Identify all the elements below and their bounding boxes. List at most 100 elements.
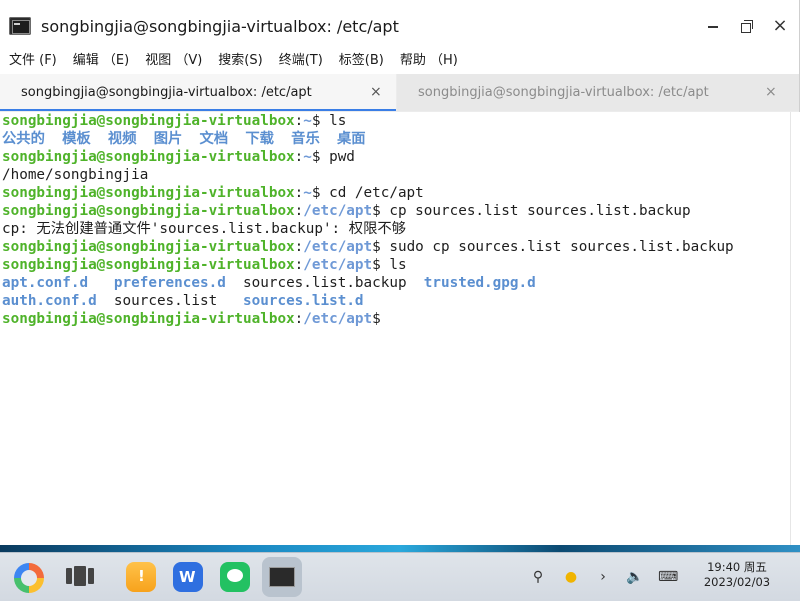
- terminal-line: songbingjia@songbingjia-virtualbox:/etc/…: [0, 310, 790, 328]
- directory-entry: sources.list.d: [243, 293, 364, 309]
- directory-entry: 文档: [199, 131, 229, 147]
- tab-label: songbingjia@songbingjia-virtualbox: /etc…: [21, 85, 312, 100]
- output-text: cp: 无法创建普通文件'sources.list.backup': 权限不够: [2, 221, 406, 237]
- command-text: $ cp sources.list sources.list.backup: [372, 203, 691, 219]
- prompt-separator: :: [294, 113, 304, 129]
- tab-terminal-1[interactable]: songbingjia@songbingjia-virtualbox: /etc…: [0, 74, 396, 111]
- command-text: $ ls: [311, 113, 347, 129]
- start-menu-icon[interactable]: [14, 563, 44, 593]
- taskbar: ⚲ ● › 🔈 ⌨ 19:40 周五 2023/02/03: [0, 552, 800, 601]
- terminal-icon[interactable]: [262, 557, 302, 597]
- clock-time: 19:40 周五: [707, 560, 767, 574]
- wps-office-icon[interactable]: [173, 562, 203, 592]
- prompt-separator: :: [294, 311, 304, 327]
- menu-bar: 文件 (F) 编辑 （E) 视图 （V) 搜索(S) 终端(T) 标签(B) 帮…: [0, 52, 799, 72]
- prompt-user-host: songbingjia@songbingjia-virtualbox: [2, 311, 295, 327]
- search-icon[interactable]: ⚲: [530, 569, 546, 585]
- prompt-separator: :: [294, 203, 304, 219]
- terminal-line: songbingjia@songbingjia-virtualbox:/etc/…: [0, 238, 790, 256]
- tab-label: songbingjia@songbingjia-virtualbox: /etc…: [418, 85, 709, 100]
- prompt-user-host: songbingjia@songbingjia-virtualbox: [2, 239, 295, 255]
- prompt-separator: :: [294, 257, 304, 273]
- menu-terminal[interactable]: 终端(T): [271, 52, 331, 72]
- prompt-user-host: songbingjia@songbingjia-virtualbox: [2, 185, 295, 201]
- menu-edit[interactable]: 编辑 （E): [65, 52, 137, 72]
- prompt-path: /etc/apt: [303, 257, 373, 273]
- keyboard-icon[interactable]: ⌨: [658, 569, 678, 585]
- prompt-separator: :: [294, 239, 304, 255]
- terminal-line: apt.conf.d preferences.d sources.list.ba…: [0, 274, 790, 292]
- tab-terminal-2[interactable]: songbingjia@songbingjia-virtualbox: /etc…: [397, 74, 799, 111]
- terminal-line: 公共的 模板 视频 图片 文档 下载 音乐 桌面: [0, 130, 790, 148]
- file-entry: sources.list.backup: [243, 275, 424, 291]
- directory-entry: preferences.d: [113, 275, 244, 291]
- file-manager-icon[interactable]: [126, 562, 156, 592]
- command-text: $ ls: [372, 257, 407, 273]
- prompt-user-host: songbingjia@songbingjia-virtualbox: [2, 257, 295, 273]
- terminal-output[interactable]: songbingjia@songbingjia-virtualbox:~$ ls…: [0, 112, 790, 545]
- multitask-view-icon[interactable]: [66, 564, 96, 590]
- prompt-path: ~: [303, 149, 312, 165]
- wechat-icon[interactable]: [220, 562, 250, 592]
- terminal-line: /home/songbingjia: [0, 166, 790, 184]
- text-cursor: [389, 311, 398, 327]
- close-button[interactable]: ×: [772, 17, 788, 35]
- terminal-line: cp: 无法创建普通文件'sources.list.backup': 权限不够: [0, 220, 790, 238]
- directory-entry: 图片: [153, 131, 183, 147]
- terminal-line: auth.conf.d sources.list sources.list.d: [0, 292, 790, 310]
- command-text: $ pwd: [311, 149, 355, 165]
- terminal-scrollbar[interactable]: [790, 112, 800, 545]
- output-text: /home/songbingjia: [2, 167, 149, 183]
- directory-entry: 公共的: [2, 131, 45, 147]
- directory-entry: 模板: [62, 131, 91, 147]
- directory-entry: apt.conf.d: [2, 275, 114, 291]
- terminal-app-icon: [9, 17, 31, 35]
- prompt-path: /etc/apt: [303, 239, 373, 255]
- directory-entry: 桌面: [336, 131, 366, 147]
- minimize-button[interactable]: [705, 18, 721, 34]
- directory-entry: auth.conf.d: [2, 293, 114, 309]
- command-text: $ sudo cp sources.list sources.list.back…: [372, 239, 734, 255]
- directory-entry: 下载: [245, 131, 274, 147]
- terminal-window: songbingjia@songbingjia-virtualbox: /etc…: [0, 0, 800, 545]
- tab-close-icon[interactable]: ×: [370, 74, 382, 111]
- maximize-button[interactable]: [738, 18, 754, 34]
- prompt-user-host: songbingjia@songbingjia-virtualbox: [2, 203, 295, 219]
- window-title: songbingjia@songbingjia-virtualbox: /etc…: [41, 17, 399, 36]
- volume-icon[interactable]: 🔈: [626, 569, 643, 585]
- prompt-separator: :: [294, 185, 304, 201]
- terminal-line: songbingjia@songbingjia-virtualbox:~$ cd…: [0, 184, 790, 202]
- sun-icon[interactable]: ●: [563, 569, 579, 585]
- clock[interactable]: 19:40 周五 2023/02/03: [692, 560, 782, 590]
- command-text: $: [372, 311, 390, 327]
- menu-search[interactable]: 搜索(S): [210, 52, 270, 72]
- directory-entry: 音乐: [291, 131, 320, 147]
- title-bar[interactable]: songbingjia@songbingjia-virtualbox: /etc…: [0, 0, 799, 52]
- directory-entry: 视频: [107, 131, 137, 147]
- terminal-line: songbingjia@songbingjia-virtualbox:/etc/…: [0, 202, 790, 220]
- chevron-right-icon[interactable]: ›: [595, 569, 611, 585]
- terminal-line: songbingjia@songbingjia-virtualbox:~$ pw…: [0, 148, 790, 166]
- command-text: $ cd /etc/apt: [311, 185, 424, 201]
- prompt-separator: :: [294, 149, 304, 165]
- tab-close-icon[interactable]: ×: [765, 74, 777, 111]
- clock-date: 2023/02/03: [703, 575, 771, 589]
- prompt-path: /etc/apt: [303, 203, 373, 219]
- menu-file[interactable]: 文件 (F): [0, 52, 65, 72]
- prompt-path: /etc/apt: [303, 311, 373, 327]
- prompt-user-host: songbingjia@songbingjia-virtualbox: [2, 113, 295, 129]
- menu-tabs[interactable]: 标签(B): [331, 52, 392, 72]
- prompt-path: ~: [303, 185, 312, 201]
- directory-entry: trusted.gpg.d: [423, 275, 536, 291]
- menu-view[interactable]: 视图 （V): [137, 52, 210, 72]
- tab-bar: songbingjia@songbingjia-virtualbox: /etc…: [0, 74, 799, 113]
- terminal-line: songbingjia@songbingjia-virtualbox:~$ ls: [0, 112, 790, 130]
- menu-help[interactable]: 帮助 （H): [392, 52, 466, 72]
